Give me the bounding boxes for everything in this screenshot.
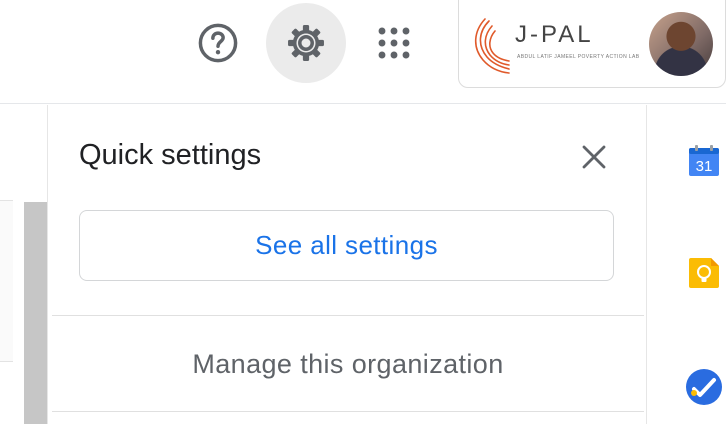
- calendar-icon: 31: [689, 145, 719, 176]
- scrollbar[interactable]: [24, 202, 47, 424]
- panel-title: Quick settings: [79, 139, 262, 171]
- side-panel: 31: [648, 105, 726, 424]
- app-window: J-PAL ABDUL LATIF JAMEEL POVERTY ACTION …: [0, 0, 726, 424]
- see-all-settings-button[interactable]: See all settings: [79, 210, 614, 281]
- tasks-icon: [686, 369, 722, 405]
- apps-button[interactable]: [354, 3, 434, 83]
- apps-grid-icon: [378, 27, 410, 59]
- quick-settings-panel: Quick settings See all settings Manage t…: [47, 105, 647, 424]
- divider: [52, 315, 644, 316]
- settings-button[interactable]: [266, 3, 346, 83]
- keep-icon: [689, 258, 719, 288]
- keep-button[interactable]: [686, 255, 722, 291]
- divider: [52, 411, 644, 412]
- organization-logo-icon: [474, 18, 510, 74]
- message-list-edge: [0, 200, 13, 362]
- gear-icon: [288, 25, 324, 61]
- close-icon: [582, 145, 606, 169]
- account-switcher[interactable]: J-PAL ABDUL LATIF JAMEEL POVERTY ACTION …: [458, 0, 726, 88]
- help-button[interactable]: [178, 3, 258, 83]
- help-circle-icon: [198, 23, 238, 63]
- close-button[interactable]: [578, 141, 610, 173]
- avatar[interactable]: [649, 12, 713, 76]
- organization-tagline: ABDUL LATIF JAMEEL POVERTY ACTION LAB: [517, 54, 640, 60]
- organization-name: J-PAL: [515, 21, 594, 48]
- top-bar: J-PAL ABDUL LATIF JAMEEL POVERTY ACTION …: [0, 0, 726, 104]
- calendar-day: 31: [696, 158, 713, 175]
- tasks-button[interactable]: [684, 367, 722, 405]
- calendar-button[interactable]: 31: [686, 143, 722, 179]
- manage-organization-link[interactable]: Manage this organization: [48, 317, 648, 411]
